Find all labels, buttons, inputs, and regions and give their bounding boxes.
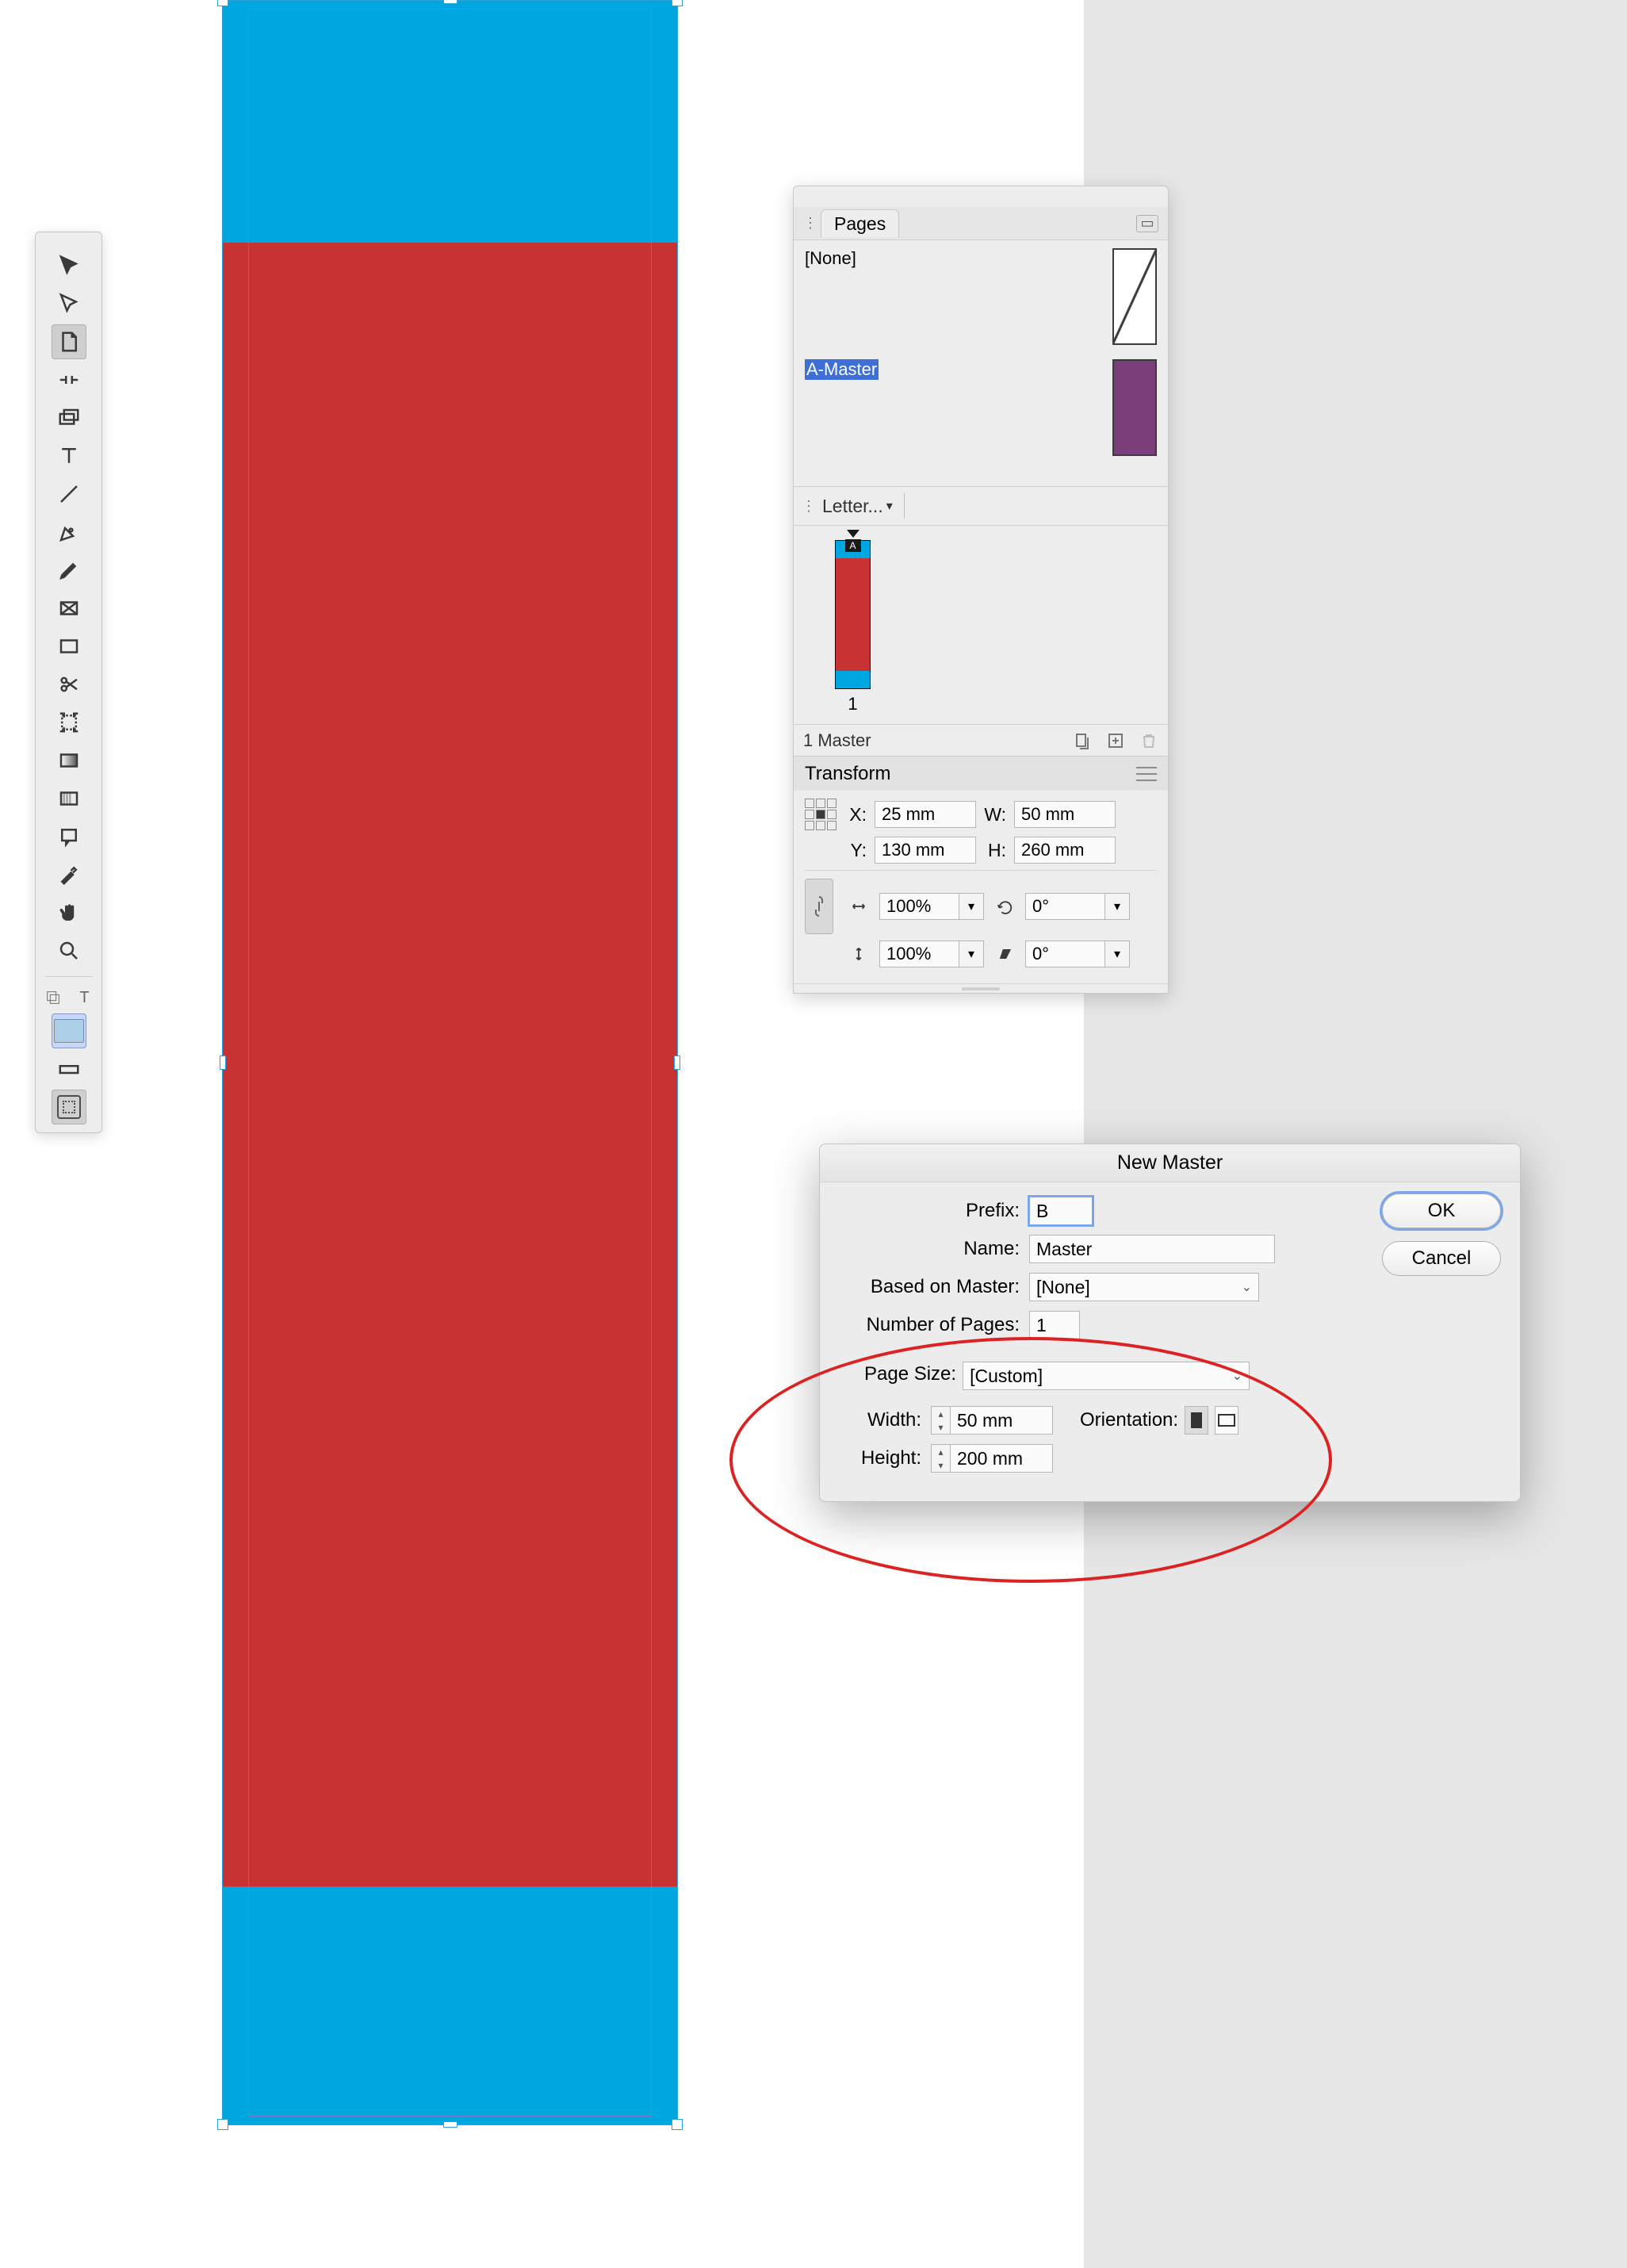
w-label: W:: [984, 804, 1006, 826]
fill-swatch[interactable]: [52, 1013, 86, 1048]
page-size-heading: Page Size:: [864, 1363, 956, 1385]
prefix-input[interactable]: B: [1029, 1197, 1093, 1225]
scissors-tool[interactable]: [52, 667, 86, 702]
based-on-select[interactable]: [None]⌄: [1029, 1273, 1259, 1301]
y-label: Y:: [844, 840, 867, 861]
width-stepper[interactable]: ▴▾: [931, 1406, 950, 1435]
scale-y-icon: [846, 941, 871, 967]
direct-selection-tool[interactable]: [52, 286, 86, 321]
delete-page-icon[interactable]: [1139, 731, 1158, 750]
based-on-label: Based on Master:: [839, 1276, 1029, 1298]
constrain-scale-link-icon[interactable]: [805, 879, 833, 934]
eyedropper-tool[interactable]: [52, 857, 86, 892]
resize-handle-r[interactable]: [674, 1055, 680, 1070]
height-label: Height:: [839, 1447, 931, 1469]
red-block: [223, 243, 677, 1887]
h-input[interactable]: 260 mm: [1014, 837, 1116, 864]
gradient-swatch-tool[interactable]: [52, 743, 86, 778]
prefix-label: Prefix:: [839, 1200, 1029, 1222]
letter-grip-icon: ⋮: [802, 498, 816, 515]
height-stepper[interactable]: ▴▾: [931, 1444, 950, 1473]
new-page-icon[interactable]: [1106, 731, 1125, 750]
panel-stack: ⋮ Pages ▭ [None] A-Master ⋮ Letter...▾ A…: [793, 186, 1169, 994]
name-label: Name:: [839, 1238, 1029, 1260]
cancel-button[interactable]: Cancel: [1382, 1241, 1501, 1276]
master-a-thumb[interactable]: [1112, 359, 1157, 456]
orientation-label: Orientation:: [1080, 1409, 1178, 1431]
panel-resize-grip[interactable]: [794, 983, 1168, 993]
pencil-tool[interactable]: [52, 553, 86, 588]
height-input[interactable]: 200 mm: [950, 1444, 1053, 1473]
resize-handle-tl[interactable]: [217, 0, 228, 6]
width-label: Width:: [839, 1409, 931, 1431]
orientation-landscape-button[interactable]: [1215, 1406, 1238, 1435]
page-1-number: 1: [835, 694, 871, 714]
selected-page-object[interactable]: [222, 0, 678, 2125]
orientation-portrait-button[interactable]: [1185, 1406, 1208, 1435]
scale-x-icon: [846, 894, 871, 919]
shear-input[interactable]: 0°▾: [1025, 941, 1130, 967]
shear-icon: [992, 941, 1017, 967]
dialog-title: New Master: [820, 1144, 1520, 1182]
gradient-feather-tool[interactable]: [52, 781, 86, 816]
reference-point-grid[interactable]: [805, 799, 836, 830]
resize-handle-tr[interactable]: [672, 0, 683, 6]
ok-button[interactable]: OK: [1382, 1193, 1501, 1228]
transform-menu-icon[interactable]: [1136, 767, 1157, 781]
x-input[interactable]: 25 mm: [875, 801, 976, 828]
line-tool[interactable]: [52, 477, 86, 511]
fill-stroke-toggle[interactable]: [39, 985, 67, 1010]
gap-tool[interactable]: [52, 362, 86, 397]
rotate-input[interactable]: 0°▾: [1025, 893, 1130, 920]
num-pages-input[interactable]: 1: [1029, 1311, 1080, 1339]
y-input[interactable]: 130 mm: [875, 837, 976, 864]
h-label: H:: [984, 840, 1006, 861]
name-input[interactable]: Master: [1029, 1235, 1275, 1263]
pages-tab-label: Pages: [834, 213, 886, 235]
rectangle-frame-tool[interactable]: [52, 591, 86, 626]
page-size-select[interactable]: [Custom]⌄: [963, 1362, 1250, 1390]
page-tool[interactable]: [52, 324, 86, 359]
selection-tool[interactable]: [52, 248, 86, 283]
resize-handle-br[interactable]: [672, 2119, 683, 2130]
formatting-text-toggle[interactable]: T: [71, 985, 99, 1010]
w-input[interactable]: 50 mm: [1014, 801, 1116, 828]
masters-area: [None] A-Master: [794, 240, 1168, 486]
zoom-tool[interactable]: [52, 933, 86, 968]
master-none-label[interactable]: [None]: [805, 248, 856, 269]
hand-tool[interactable]: [52, 895, 86, 930]
type-tool[interactable]: [52, 439, 86, 473]
master-none-thumb[interactable]: [1112, 248, 1157, 345]
page-master-badge: A: [845, 539, 861, 552]
view-mode-toggle[interactable]: [52, 1090, 86, 1124]
free-transform-tool[interactable]: [52, 705, 86, 740]
apply-gradient[interactable]: [52, 1052, 86, 1086]
content-collector-tool[interactable]: [52, 400, 86, 435]
x-label: X:: [844, 804, 867, 826]
master-a-label[interactable]: A-Master: [805, 359, 879, 380]
resize-handle-l[interactable]: [220, 1055, 226, 1070]
edit-page-size-icon[interactable]: [1073, 731, 1092, 750]
rotate-icon: [992, 894, 1017, 919]
page-1-thumb[interactable]: A: [835, 540, 871, 689]
transform-panel-title[interactable]: Transform: [805, 763, 890, 785]
panel-dock-icon[interactable]: ▭: [1136, 215, 1158, 232]
resize-handle-t[interactable]: [443, 0, 457, 4]
toolbox: T: [35, 232, 102, 1133]
spread-start-icon: [847, 530, 859, 538]
pen-tool[interactable]: [52, 515, 86, 550]
pages-panel-header[interactable]: ⋮ Pages ▭: [794, 207, 1168, 240]
resize-handle-bl[interactable]: [217, 2119, 228, 2130]
width-input[interactable]: 50 mm: [950, 1406, 1053, 1435]
scale-y-input[interactable]: 100%▾: [879, 941, 984, 967]
num-pages-label: Number of Pages:: [839, 1314, 1029, 1336]
scale-x-input[interactable]: 100%▾: [879, 893, 984, 920]
resize-handle-b[interactable]: [443, 2121, 457, 2128]
panel-grip-icon: ⋮: [803, 215, 817, 232]
pages-footer-status: 1 Master: [803, 730, 871, 751]
new-master-dialog: New Master OK Cancel Prefix: B Name: Mas…: [819, 1144, 1521, 1502]
page-size-preset-menu[interactable]: Letter...▾: [822, 496, 893, 517]
note-tool[interactable]: [52, 819, 86, 854]
rectangle-tool[interactable]: [52, 629, 86, 664]
